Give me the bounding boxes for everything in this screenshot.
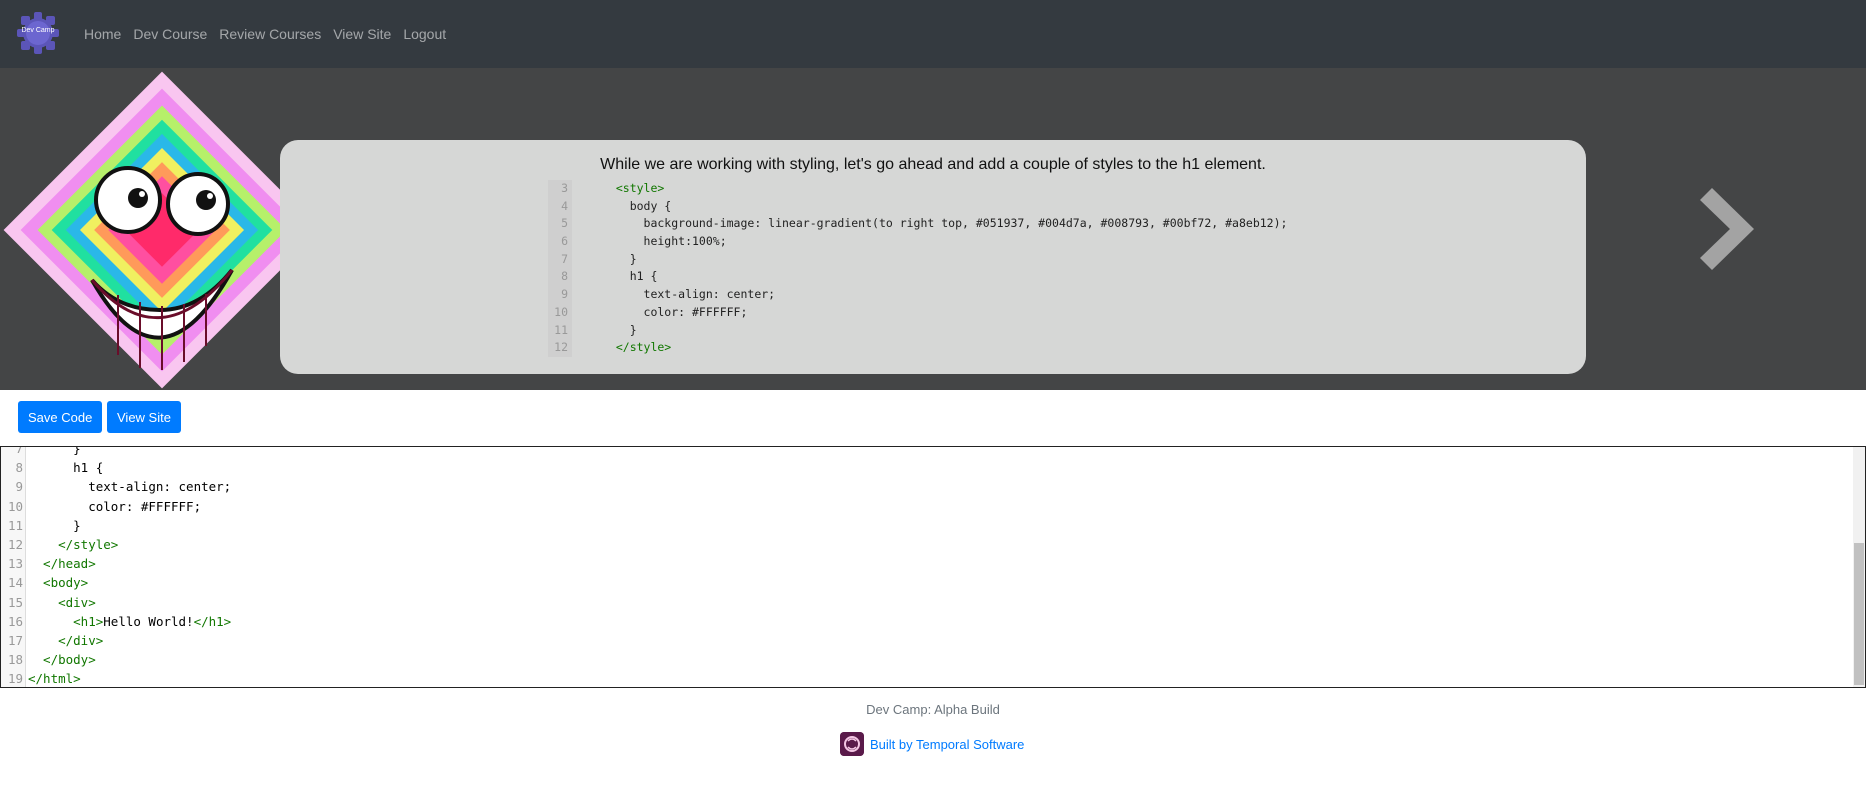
- save-code-button[interactable]: Save Code: [18, 401, 103, 433]
- code-line: 13 </head>: [7, 556, 96, 572]
- code-line: 7 }: [15, 446, 81, 456]
- snippet-line: 6 height:100%;: [548, 233, 1348, 251]
- snippet-line: 4 body {: [548, 197, 1348, 216]
- mascot-face-icon: [3, 71, 321, 389]
- nav-link-dev-course[interactable]: Dev Course: [133, 26, 207, 42]
- code-line: 12 </style>: [7, 536, 119, 552]
- snippet-line: 12 </style>: [548, 339, 1348, 357]
- code-line: 19 </html>: [7, 671, 81, 687]
- code-line: 14 <body>: [7, 575, 89, 591]
- brand-logo[interactable]: Dev Camp: [15, 10, 61, 56]
- lesson-instruction: While we are working with styling, let's…: [600, 156, 1266, 173]
- code-line: 16 <h1>Hello World!</h1>: [7, 613, 232, 629]
- code-line: 18 </body>: [7, 652, 96, 668]
- lesson-card: While we are working with styling, let's…: [280, 140, 1586, 374]
- footer-credit-link[interactable]: Built by Temporal Software: [840, 732, 1024, 756]
- snippet-line: 5 background-image: linear-gradient(to r…: [548, 215, 1348, 234]
- lesson-code-snippet: 3 <style> 4 body { 5 background-image: l…: [548, 180, 1348, 357]
- code-line: 17 </div>: [7, 632, 104, 648]
- nav-link-home[interactable]: Home: [84, 26, 121, 42]
- code-line: 8 h1 {: [15, 460, 104, 476]
- next-chevron-icon[interactable]: [1696, 188, 1754, 270]
- footer-credit-text[interactable]: Built by Temporal Software: [870, 737, 1024, 752]
- nav-link-logout[interactable]: Logout: [403, 26, 446, 42]
- code-line: 9 text-align: center;: [15, 479, 232, 495]
- editor-code[interactable]: 7 } 8 h1 { 9 text-align: center; 10 colo…: [1, 446, 1851, 687]
- snippet-line: 3 <style>: [548, 180, 1348, 198]
- footer-build-text: Dev Camp: Alpha Build: [866, 702, 1000, 717]
- editor-scrollbar-thumb[interactable]: [1854, 543, 1864, 685]
- temporal-software-logo-icon: [840, 732, 864, 756]
- view-site-button[interactable]: View Site: [107, 401, 181, 433]
- navbar: Dev Camp Home Dev Course Review Courses …: [0, 0, 1866, 68]
- snippet-line: 7 }: [548, 250, 1348, 269]
- nav-link-review-courses[interactable]: Review Courses: [219, 26, 321, 42]
- brand-text: Dev Camp: [21, 27, 55, 34]
- nav-links: Home Dev Course Review Courses View Site…: [84, 0, 458, 68]
- snippet-line: 9 text-align: center;: [548, 286, 1348, 304]
- code-line: 15 <div>: [7, 594, 96, 610]
- nav-link-view-site[interactable]: View Site: [333, 26, 391, 42]
- code-line: 10 color: #FFFFFF;: [7, 498, 202, 514]
- snippet-line: 10 color: #FFFFFF;: [548, 303, 1348, 322]
- snippet-line: 8 h1 {: [548, 268, 1348, 287]
- editor-scrollbar[interactable]: [1853, 447, 1865, 687]
- snippet-line: 11 }: [548, 321, 1348, 340]
- code-line: 11 }: [7, 517, 81, 533]
- code-editor[interactable]: 7 } 8 h1 { 9 text-align: center; 10 colo…: [0, 446, 1866, 688]
